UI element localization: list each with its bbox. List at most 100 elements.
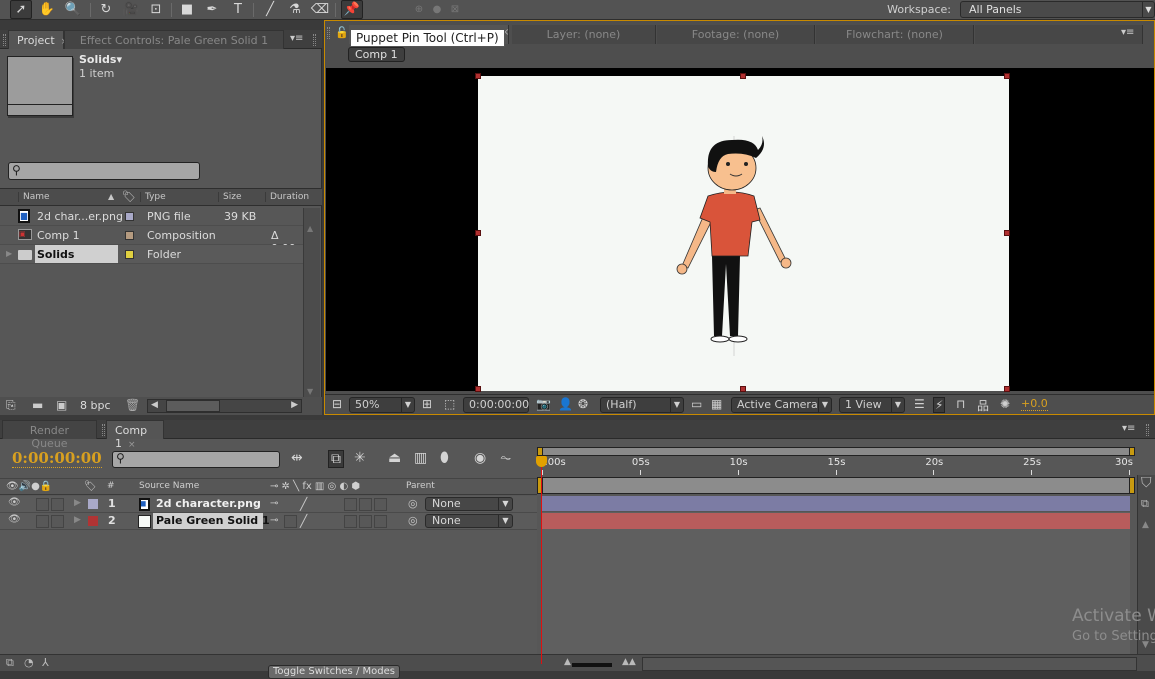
layer-name[interactable]: 2d character.png (156, 497, 261, 510)
lock-toggle[interactable] (36, 498, 49, 511)
sort-up-icon[interactable]: ▲ (104, 192, 114, 201)
switch-box[interactable] (359, 498, 372, 511)
scrollbar-thumb[interactable] (166, 400, 220, 412)
label-color-swatch[interactable] (125, 231, 134, 240)
timeline-icon[interactable]: ⊓ (956, 397, 965, 411)
current-time-display[interactable]: 0:00:00:00 (12, 449, 102, 468)
scroll-up-icon[interactable]: ▲ (1142, 520, 1149, 530)
camera-tool-icon[interactable]: 🎥 (120, 0, 142, 19)
label-tag-icon[interactable]: 🏷 (118, 190, 136, 203)
switch-box[interactable] (344, 515, 357, 528)
scroll-up-icon[interactable]: ▲ (307, 224, 313, 233)
panel-grip[interactable] (1146, 424, 1149, 436)
always-preview-icon[interactable]: ⊟ (332, 397, 342, 411)
comp-button-icon[interactable]: ⧉ (1141, 497, 1149, 511)
comp-breadcrumb[interactable]: Comp 1 (348, 47, 405, 62)
snapshot-camera-icon[interactable]: 📷 (536, 397, 551, 411)
toggle-switches-modes-button[interactable]: Toggle Switches / Modes (268, 665, 400, 679)
label-color-swatch[interactable] (88, 516, 98, 526)
project-vertical-scrollbar[interactable]: ▲ ▼ (303, 208, 320, 398)
rotation-tool-icon[interactable]: ↻ (95, 0, 117, 19)
new-folder-icon[interactable]: ▬ (32, 398, 43, 412)
transform-handle[interactable] (1004, 73, 1010, 79)
project-item-row[interactable]: ▆ 2d char...er.png PNG file 39 KB (0, 207, 303, 226)
work-area-end-handle[interactable] (1129, 477, 1135, 494)
live-update-icon[interactable]: ⧉ (328, 450, 344, 468)
frame-blending-icon[interactable]: ▥ (414, 450, 427, 466)
column-source-name[interactable]: Source Name (139, 481, 199, 491)
transform-handle[interactable] (740, 386, 746, 392)
shy-switch-icon[interactable]: ⊸ (270, 515, 278, 526)
mask-visibility-icon[interactable]: ⬚ (444, 397, 455, 411)
time-ruler[interactable]: 0:00s 05s 10s 15s 20s 25s 30s (537, 442, 1137, 502)
tab-project[interactable]: Project× (8, 30, 68, 49)
zoom-in-icon[interactable]: ▲▲ (622, 657, 636, 667)
project-item-row[interactable]: ▣ Comp 1 Composition Δ 0:00 (0, 226, 303, 255)
timeline-vertical-scrollbar[interactable]: ⛉ ⧉ ▲ ▼ (1137, 475, 1155, 654)
comp-marker-bin-icon[interactable]: ⛉ (1141, 475, 1152, 491)
eraser-tool-icon[interactable]: ⌫ (309, 0, 331, 19)
clone-stamp-tool-icon[interactable]: ⚗ (284, 0, 306, 19)
transform-handle[interactable] (1004, 386, 1010, 392)
resolution-dropdown[interactable]: (Half) ▼ (600, 397, 684, 413)
region-of-interest-icon[interactable]: ▭ (691, 397, 702, 411)
transfer-controls-icon[interactable]: ◔ (24, 656, 34, 669)
tab-flowchart[interactable]: Flowchart: (none) (816, 25, 974, 44)
switch-box[interactable] (284, 515, 297, 528)
label-color-swatch[interactable] (125, 212, 134, 221)
comp-frame[interactable] (475, 73, 1010, 392)
show-snapshot-icon[interactable]: 👤 (558, 397, 573, 411)
transform-handle[interactable] (1004, 230, 1010, 236)
zoom-tool-icon[interactable]: 🔍 (62, 0, 84, 19)
reset-exposure-icon[interactable]: ✺ (1000, 397, 1010, 411)
panel-grip[interactable] (102, 424, 105, 436)
exposure-value[interactable]: +0.0 (1021, 398, 1048, 411)
pen-tool-icon[interactable]: ✒ (201, 0, 223, 19)
panel-grip[interactable] (327, 27, 330, 39)
type-tool-icon[interactable]: T (227, 0, 249, 19)
current-time-display[interactable]: 0:00:00:00 (463, 397, 529, 413)
column-size[interactable]: Size (218, 192, 241, 202)
magnification-dropdown[interactable]: 50% ▼ (349, 397, 415, 413)
comp-mini-flowchart-icon[interactable]: ⇹ (291, 450, 303, 466)
layer-list-empty-area[interactable] (0, 530, 537, 654)
interpret-footage-icon[interactable]: ⎘ (6, 398, 16, 413)
tab-effect-controls[interactable]: Effect Controls: Pale Green Solid 1 (64, 30, 284, 49)
playhead-handle[interactable] (536, 456, 547, 467)
eye-icon[interactable]: 👁 (8, 497, 21, 508)
layer-duration-bar[interactable] (542, 513, 1130, 529)
switch-box[interactable] (344, 498, 357, 511)
expand-triangle-icon[interactable]: ▶ (74, 515, 81, 525)
brush-tool-icon[interactable]: ╱ (259, 0, 281, 19)
column-duration[interactable]: Duration (265, 192, 309, 202)
column-name[interactable]: Name (18, 192, 50, 202)
label-color-swatch[interactable] (88, 499, 98, 509)
zoom-out-icon[interactable]: ▲ (564, 657, 571, 667)
lock-icon[interactable]: 🔓 (335, 26, 349, 39)
layer-duration-bar[interactable] (542, 496, 1130, 512)
switch-box[interactable] (374, 498, 387, 511)
parent-dropdown[interactable]: None ▼ (425, 514, 513, 528)
tab-render-queue[interactable]: Render Queue (2, 420, 97, 450)
in-out-icon[interactable]: ⅄ (42, 656, 49, 669)
parent-dropdown[interactable]: None ▼ (425, 497, 513, 511)
character-illustration[interactable] (668, 136, 798, 356)
pan-behind-tool-icon[interactable]: ⊡ (145, 0, 167, 19)
timeline-search-input[interactable]: ⚲ (112, 451, 280, 468)
layer-switches-icon[interactable]: ⧉ (6, 656, 14, 670)
panel-menu-icon[interactable]: ▾≡ (1122, 423, 1135, 434)
quality-switch-icon[interactable]: ╱ (300, 514, 307, 528)
zoom-slider[interactable] (572, 663, 612, 667)
puppet-pin-option-icon[interactable]: ⊠ (444, 0, 466, 19)
tab-footage[interactable]: Footage: (none) (657, 25, 815, 44)
label-color-swatch[interactable] (125, 250, 134, 259)
layer-name[interactable]: Pale Green Solid 1 (156, 514, 270, 527)
draft-3d-icon[interactable]: ✳ (354, 450, 366, 466)
pick-whip-icon[interactable]: ◎ (408, 497, 418, 510)
pick-whip-icon[interactable]: ◎ (408, 514, 418, 527)
camera-view-dropdown[interactable]: Active Camera ▼ (731, 397, 832, 413)
timeline-horizontal-scrollbar[interactable] (642, 657, 1137, 671)
new-composition-icon[interactable]: ▣ (56, 398, 67, 412)
expand-triangle-icon[interactable]: ▶ (74, 498, 81, 508)
hide-shy-layers-icon[interactable]: ⏏ (388, 450, 401, 466)
